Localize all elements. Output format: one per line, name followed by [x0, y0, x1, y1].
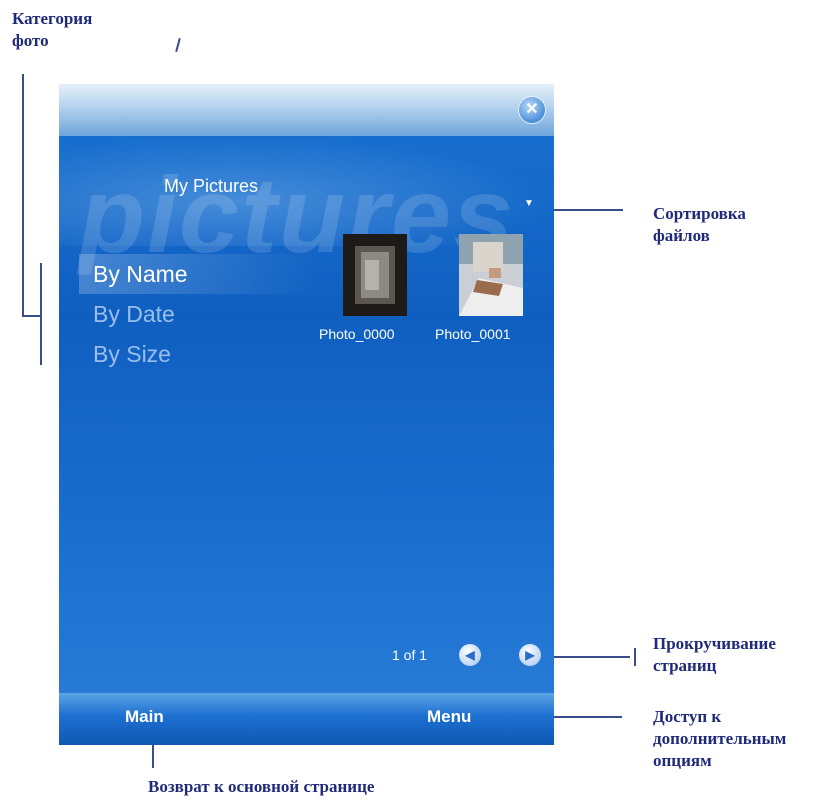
callout-line: страниц: [653, 656, 717, 675]
leader-line: [545, 209, 623, 211]
more-options-callout: Доступ к дополнительным опциям: [653, 706, 786, 772]
main-softkey[interactable]: Main: [125, 707, 164, 727]
photo-thumbnail[interactable]: [343, 234, 407, 316]
sort-option-by-date[interactable]: By Date: [79, 294, 319, 334]
page-indicator: 1 of 1: [392, 647, 428, 663]
callout-line: Доступ к: [653, 707, 722, 726]
photo-0001-image: [459, 234, 523, 316]
callout-line: опциям: [653, 751, 712, 770]
leader-line: [545, 656, 630, 658]
photo-0000-image: [343, 234, 407, 316]
leader-line: [40, 263, 42, 365]
sort-option-by-size[interactable]: By Size: [79, 334, 319, 374]
callout-line: фото: [12, 31, 49, 50]
leader-line: [634, 648, 636, 666]
callout-line: Категория: [12, 9, 93, 28]
back-main-callout: Возврат к основной странице: [148, 777, 375, 796]
next-page-icon: ▶: [525, 648, 535, 662]
pictures-app-screen: ✕ pictures My Pictures ▼ By Name By Date…: [59, 84, 554, 745]
album-title: My Pictures: [164, 176, 259, 196]
callout-line: Сортировка: [653, 204, 746, 223]
previous-page-button[interactable]: ◀: [459, 644, 481, 666]
photo-thumbnail[interactable]: [459, 234, 523, 316]
leader-line: [22, 315, 42, 317]
photo-label: Photo_0000: [319, 326, 395, 342]
file-sort-callout: Сортировка файлов: [653, 203, 746, 247]
softkey-bar: Main Menu: [59, 693, 554, 745]
previous-page-icon: ◀: [465, 648, 475, 662]
title-bar: ✕: [59, 84, 554, 136]
photo-category-callout: Категория фото: [12, 8, 92, 52]
callout-line: дополнительным: [653, 729, 787, 748]
sort-option-by-name[interactable]: By Name: [79, 254, 319, 294]
next-page-button[interactable]: ▶: [519, 644, 541, 666]
menu-softkey[interactable]: Menu: [427, 707, 471, 727]
callout-line: файлов: [653, 226, 710, 245]
photo-label: Photo_0001: [435, 326, 511, 342]
page-scroll-callout: Прокручивание страниц: [653, 633, 776, 677]
triangle-down-icon: ▼: [524, 198, 534, 209]
leader-line: [175, 37, 181, 53]
leader-line: [22, 74, 24, 316]
close-icon: ✕: [525, 101, 539, 118]
sort-dropdown-button[interactable]: ▼: [524, 198, 534, 209]
sort-options-list: By Name By Date By Size: [79, 254, 319, 374]
callout-line: Прокручивание: [653, 634, 776, 653]
close-button[interactable]: ✕: [518, 96, 546, 124]
